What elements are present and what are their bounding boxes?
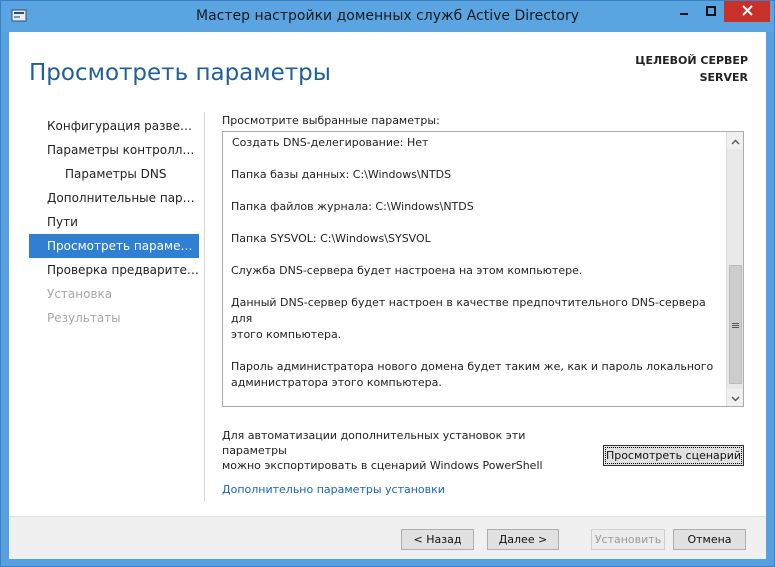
nav-item-installation: Установка: [47, 287, 113, 301]
nav-item-results: Результаты: [47, 311, 121, 325]
export-note-line: можно экспортировать в сценарий Windows …: [222, 459, 543, 472]
nav-item-review-options[interactable]: Просмотреть параметры: [29, 234, 199, 258]
scroll-down-button[interactable]: [727, 389, 743, 406]
export-note-line: Для автоматизации дополнительных установ…: [222, 429, 526, 457]
review-section-label: Просмотрите выбранные параметры:: [222, 114, 440, 127]
cancel-button[interactable]: Отмена: [673, 529, 746, 550]
wizard-footer: < Назад Далее > Установить Отмена: [9, 516, 766, 559]
back-button[interactable]: < Назад: [401, 529, 474, 550]
nav-item-dns-options[interactable]: Параметры DNS: [29, 162, 199, 186]
list-item: Создать DNS-делегирование: Нет: [232, 136, 429, 149]
list-item: Служба DNS-сервера будет настроена на эт…: [231, 264, 583, 277]
review-options-textbox[interactable]: Создать DNS-делегирование: Нет Папка баз…: [222, 131, 744, 407]
list-item: этого компьютера.: [231, 328, 342, 341]
export-note: Для автоматизации дополнительных установ…: [222, 428, 592, 473]
nav-divider: [204, 112, 205, 502]
wizard-nav: Конфигурация разверты... Параметры контр…: [29, 114, 199, 330]
target-server-label: ЦЕЛЕВОЙ СЕРВЕР: [635, 54, 748, 67]
list-item: Папка SYSVOL: C:\Windows\SYSVOL: [231, 232, 431, 245]
list-item: администратора этого компьютера.: [231, 376, 442, 389]
maximize-icon: [706, 5, 716, 19]
list-item: Данный DNS-сервер будет настроен в качес…: [231, 296, 706, 325]
review-options-content: Создать DNS-делегирование: Нет Папка баз…: [223, 132, 726, 391]
target-server-name: SERVER: [699, 71, 748, 84]
chevron-down-icon: [731, 391, 740, 405]
list-item: Папка базы данных: C:\Windows\NTDS: [231, 168, 452, 181]
minimize-button[interactable]: [670, 1, 697, 22]
window-title: Мастер настройки доменных служб Active D…: [195, 8, 580, 24]
list-item: Папка файлов журнала: C:\Windows\NTDS: [231, 200, 474, 213]
wizard-window: Мастер настройки доменных служб Active D…: [0, 0, 775, 567]
nav-item-dc-options[interactable]: Параметры контроллера...: [29, 138, 199, 162]
minimize-icon: [679, 5, 689, 19]
close-icon: [741, 4, 753, 19]
install-button: Установить: [591, 529, 665, 550]
wizard-client-area: Просмотреть параметры ЦЕЛЕВОЙ СЕРВЕР SER…: [9, 32, 766, 559]
close-button[interactable]: [724, 1, 770, 22]
nav-item-paths[interactable]: Пути: [29, 210, 199, 234]
grip-icon: [732, 318, 739, 332]
scroll-thumb[interactable]: [729, 265, 742, 384]
scroll-up-button[interactable]: [727, 132, 743, 149]
advanced-options-link[interactable]: Дополнительно параметры установки: [222, 483, 445, 496]
view-script-button[interactable]: Просмотреть сценарий: [603, 445, 744, 466]
maximize-button[interactable]: [698, 1, 724, 22]
nav-item-prerequisites-check[interactable]: Проверка предваритель...: [29, 258, 199, 282]
nav-item-deployment-config[interactable]: Конфигурация разверты...: [29, 114, 199, 138]
next-button[interactable]: Далее >: [487, 529, 559, 550]
chevron-up-icon: [731, 134, 740, 148]
page-title: Просмотреть параметры: [29, 60, 331, 86]
vertical-scrollbar[interactable]: [726, 132, 743, 406]
list-item: Пароль администратора нового домена буде…: [231, 360, 714, 373]
title-bar[interactable]: Мастер настройки доменных служб Active D…: [1, 1, 774, 32]
nav-item-additional-options[interactable]: Дополнительные парам...: [29, 186, 199, 210]
